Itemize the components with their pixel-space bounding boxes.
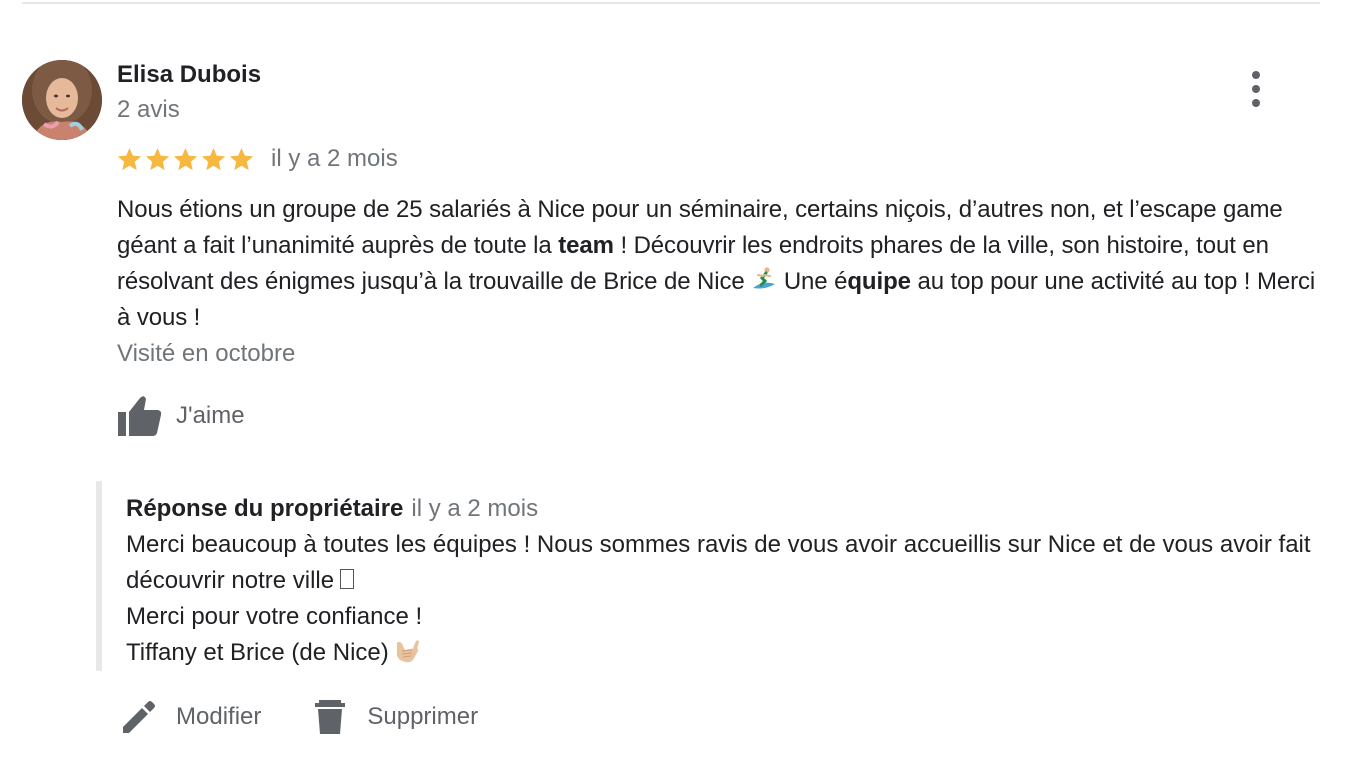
author-name[interactable]: Elisa Dubois (117, 60, 261, 90)
owner-reply: Réponse du propriétaire il y a 2 mois Mer… (96, 481, 1332, 671)
owner-actions: Modifier Supprimer (120, 694, 478, 740)
star-icon (145, 147, 170, 170)
like-label: J'aime (176, 402, 245, 429)
star-icon (173, 147, 198, 170)
call-me-hand-icon (393, 638, 421, 664)
author-review-count: 2 avis (117, 96, 180, 123)
review-text: Nous étions un groupe de 25 salariés à N… (117, 192, 1332, 336)
missing-glyph-icon (340, 569, 355, 589)
delete-label: Supprimer (367, 703, 479, 730)
owner-reply-body: Merci beaucoup à toutes les équipes ! No… (126, 527, 1326, 671)
owner-reply-text: Merci beaucoup à toutes les équipes ! No… (126, 531, 1311, 594)
surfer-icon (751, 266, 777, 292)
pencil-icon (123, 701, 155, 733)
owner-reply-header: Réponse du propriétaire il y a 2 mois (126, 493, 538, 528)
thumbs-up-icon (118, 396, 162, 436)
owner-reply-text: Tiffany et Brice (de Nice) (126, 639, 389, 666)
more-options-dot (1252, 85, 1260, 93)
edit-label: Modifier (176, 703, 262, 730)
star-rating (116, 146, 255, 173)
review-date: il y a 2 mois (271, 145, 398, 172)
avatar[interactable] (22, 60, 102, 140)
star-icon (229, 147, 254, 170)
more-options-button[interactable] (1240, 66, 1272, 112)
owner-reply-line: Tiffany et Brice (de Nice) (126, 635, 1326, 671)
divider (22, 2, 1320, 4)
star-icon (201, 147, 226, 170)
review-text-part: Une é (777, 268, 848, 295)
review-text-bold: team (558, 232, 614, 259)
owner-reply-date: il y a 2 mois (411, 495, 539, 522)
edit-button[interactable]: Modifier (120, 698, 261, 736)
review-text-bold: quipe (847, 268, 911, 295)
owner-reply-line: Merci beaucoup à toutes les équipes ! No… (126, 527, 1326, 599)
owner-reply-title: Réponse du propriétaire (126, 495, 404, 522)
delete-button[interactable]: Supprimer (311, 698, 478, 736)
visited-date: Visité en octobre (117, 340, 296, 367)
trash-icon (315, 700, 346, 734)
rating-row: il y a 2 mois (116, 143, 398, 175)
like-button[interactable]: J'aime (116, 394, 245, 438)
review-card: Elisa Dubois 2 avis il y a 2 mois Nous é… (0, 0, 1358, 780)
more-options-icon (1252, 71, 1260, 79)
more-options-dot (1252, 99, 1260, 107)
owner-reply-line: Merci pour votre confiance ! (126, 603, 423, 630)
star-icon (117, 147, 142, 170)
